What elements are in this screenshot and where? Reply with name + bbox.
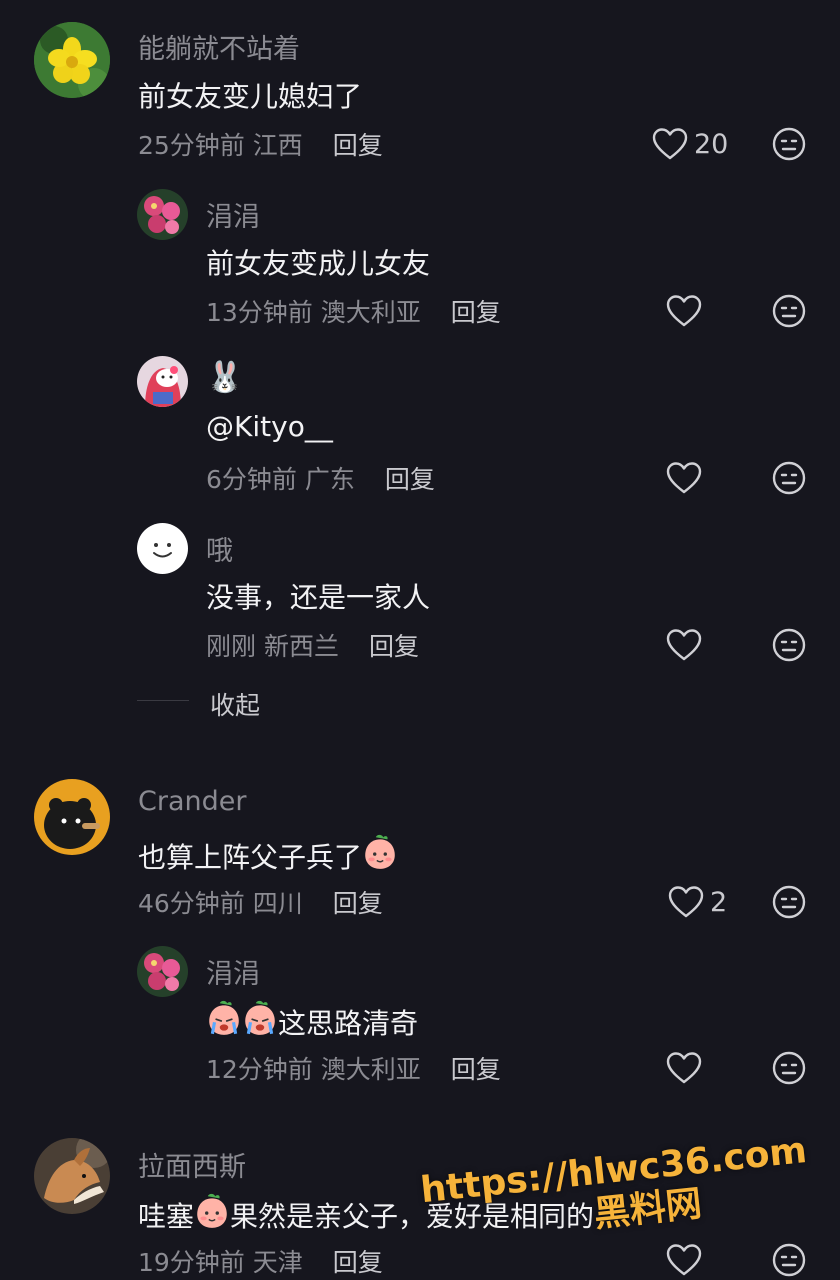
comment-location: 四川 [252,889,303,918]
comment-meta: 13分钟前 澳大利亚 回复 [206,293,501,329]
comment-meta: 46分钟前 四川 回复 [138,884,383,920]
comment-text: @Kityo__ [206,410,333,443]
comment-meta: 12分钟前 澳大利亚 回复 [206,1050,501,1086]
dislike-face-icon[interactable] [772,1243,806,1277]
collapse-divider [137,700,189,701]
comment-time: 25分钟前 [138,131,245,160]
watermark: https://hlwc36.com 黑料网 [419,1130,814,1254]
comment-author[interactable]: 涓涓 [206,952,260,991]
comment-meta: 6分钟前 广东 回复 [206,460,435,496]
comment-author[interactable]: 🐰 [206,360,243,395]
comment-meta: 25分钟前 江西 回复 [138,126,383,162]
heart-outline-icon [666,1051,702,1085]
like-button[interactable]: 2 [668,882,727,922]
comment-author[interactable]: Crander [138,786,246,817]
heart-outline-icon [666,461,702,495]
collapse-replies-button[interactable]: 收起 [210,686,260,722]
avatar[interactable] [34,779,110,855]
like-button[interactable]: 20 [652,124,728,164]
avatar[interactable] [34,22,110,98]
heart-outline-icon [652,127,688,161]
comment-time: 46分钟前 [138,889,245,918]
like-button[interactable] [666,1048,702,1088]
dislike-face-icon[interactable] [772,1051,806,1085]
like-button[interactable] [666,625,702,665]
like-count: 20 [694,128,729,160]
reply-button[interactable]: 回复 [451,1055,501,1084]
like-button[interactable] [666,458,702,498]
peach-emoji [194,1192,230,1230]
comment-location: 澳大利亚 [320,298,421,327]
reply-button[interactable]: 回复 [333,889,383,918]
smile-avatar[interactable] [137,523,188,574]
comment-location: 天津 [252,1248,303,1277]
reply-button[interactable]: 回复 [369,632,419,661]
avatar[interactable] [137,356,188,407]
comment-time: 6分钟前 [206,465,297,494]
comment-time: 刚刚 [206,632,257,661]
comment-text-part: 哇塞 [138,1200,195,1233]
comment-meta: 刚刚 新西兰 回复 [206,627,419,663]
comment-time: 12分钟前 [206,1055,313,1084]
dislike-face-icon[interactable] [772,461,806,495]
comment-text: 没事，还是一家人 [206,581,431,614]
like-count: 2 [710,886,728,918]
comment-author[interactable]: 能躺就不站着 [138,27,300,66]
comment-author[interactable]: 涓涓 [206,195,260,234]
comment-location: 新西兰 [263,632,339,661]
comment-location: 江西 [252,131,303,160]
comment-time: 13分钟前 [206,298,313,327]
comment-author[interactable]: 哦 [206,529,233,568]
heart-outline-icon [666,294,702,328]
like-button[interactable] [666,1240,702,1280]
dislike-face-icon[interactable] [772,628,806,662]
heart-outline-icon [666,1243,702,1277]
comment-author[interactable]: 拉面西斯 [138,1145,246,1184]
avatar[interactable] [34,1138,110,1214]
dislike-face-icon[interactable] [772,127,806,161]
heart-outline-icon [666,628,702,662]
crying-emoji [242,999,278,1037]
like-button[interactable] [666,291,702,331]
comment-text: 这思路清奇 [206,999,418,1042]
comment-text-content: 这思路清奇 [278,1007,419,1040]
reply-button[interactable]: 回复 [451,298,501,327]
reply-button[interactable]: 回复 [385,465,435,494]
comment-time: 19分钟前 [138,1248,245,1277]
comment-text: 也算上阵父子兵了 [138,833,398,876]
comment-text: 前女友变成儿女友 [206,247,431,280]
avatar[interactable] [137,189,188,240]
comment-meta: 19分钟前 天津 回复 [138,1243,383,1279]
crying-emoji [206,999,242,1037]
avatar[interactable] [137,946,188,997]
comment-text-content: 也算上阵父子兵了 [138,841,363,874]
comment-location: 广东 [304,465,355,494]
dislike-face-icon[interactable] [772,885,806,919]
dislike-face-icon[interactable] [772,294,806,328]
comment-text: 前女友变儿媳妇了 [138,80,363,113]
reply-button[interactable]: 回复 [333,1248,383,1277]
heart-outline-icon [668,885,704,919]
reply-button[interactable]: 回复 [333,131,383,160]
comment-location: 澳大利亚 [320,1055,421,1084]
peach-emoji [362,833,398,871]
